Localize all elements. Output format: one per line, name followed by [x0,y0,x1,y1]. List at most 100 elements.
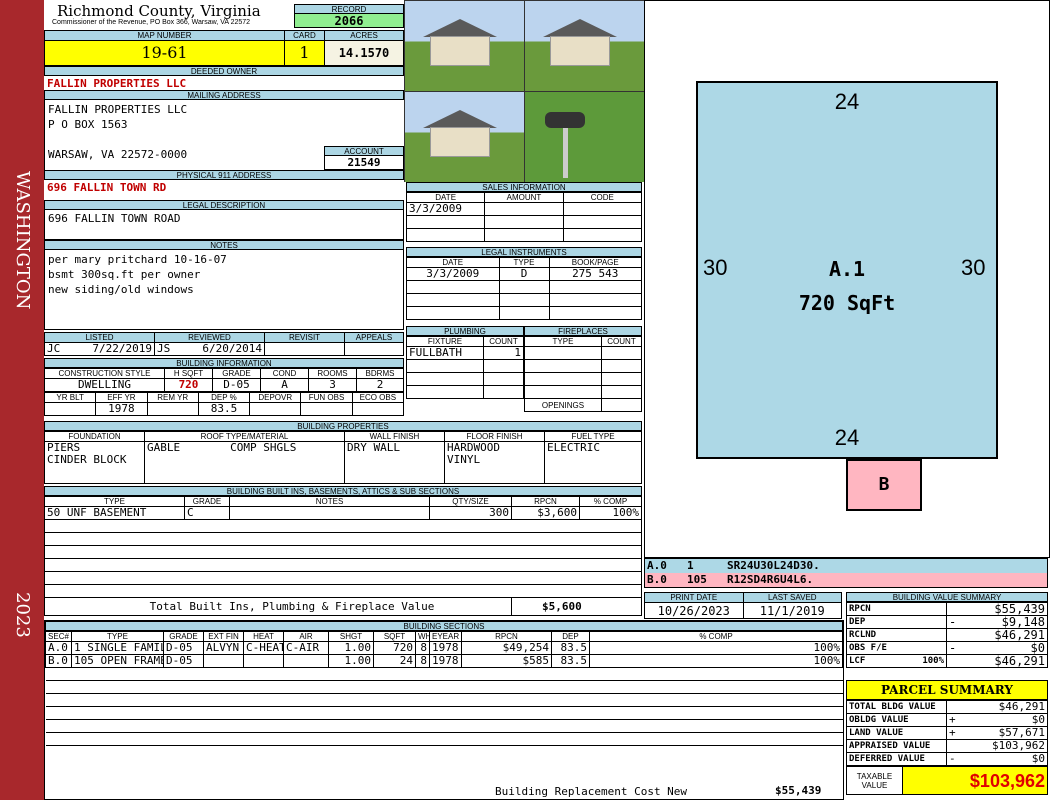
house-photo[interactable] [525,1,644,91]
heated-sqft: 720 [164,378,213,392]
county-title: Richmond County, Virginia [57,2,261,20]
col-header: DEP [551,631,590,642]
house-photo[interactable] [405,1,524,91]
cell [429,732,462,746]
col-rooms: ROOMS [308,368,357,379]
owner-name: FALLIN PROPERTIES LLC [47,77,187,90]
cell: B.0 [45,654,72,668]
summary-amount: $0 [1031,713,1045,726]
cell: 83.5 [551,641,590,655]
mailing-label: MAILING ADDRESS [44,90,404,100]
building-sections: BUILDING SECTIONS SEC# TYPE GRADE EXT FIN HE… [44,620,844,800]
cell [429,693,462,707]
map-number: 19-61 [44,40,285,66]
cell [589,680,843,694]
summary-row: OBLDG VALUE + $0 [846,713,1048,727]
summary-label: APPRAISED VALUE [846,739,947,753]
cell [415,732,430,746]
main-building-sketch[interactable]: 24 24 A.1 720 SqFt [696,81,998,459]
porch-sketch[interactable]: B [846,459,922,511]
summary-row: RCLND $46,291 [846,628,1048,642]
summary-label: OBS F/E [846,641,947,655]
summary-percent: 100% [922,656,944,666]
depreciation: 83.5 [197,402,251,416]
remodel-year [146,402,199,416]
col-header: RPCN [461,631,552,642]
vector-row: A.0 1 SR24U30L24D30. [645,559,1047,573]
sketch-area[interactable]: 24 24 A.1 720 SqFt 30 30 B [644,0,1050,558]
col-date: DATE [406,257,500,268]
fuel-type: ELECTRIC [544,441,642,484]
summary-amount: $0 [1031,752,1045,765]
notes-section: NOTES per mary pritchard 10-16-07 bsmt 3… [44,240,404,330]
col-bookpage: BOOK/PAGE [548,257,642,268]
cell [283,732,329,746]
col-funobs: FUN OBS [300,392,353,403]
legal-description: LEGAL DESCRIPTION 696 FALLIN TOWN ROAD [44,200,404,240]
summary-row: LAND VALUE + $57,671 [846,726,1048,740]
cell [461,693,552,707]
house-photo[interactable] [405,92,524,182]
col-revisit: REVISIT [264,332,345,343]
cell: 8 [415,654,430,668]
summary-value: - $0 [946,752,1048,766]
cell [589,719,843,733]
summary-value: $103,962 [946,739,1048,753]
dim-bottom: 24 [834,425,860,450]
bedrooms: 2 [356,378,404,392]
owner-section: DEEDED OWNER FALLIN PROPERTIES LLC MAILI… [44,66,404,196]
building-info-label: BUILDING INFORMATION [44,358,404,368]
cell [415,706,430,720]
table-row: A.0 1 SINGLE FAMILY D-05 ALVYN C-HEAT C-AIR 1.… [45,641,843,655]
building-properties: BUILDING PROPERTIES FOUNDATION ROOF TYPE/… [44,421,642,484]
col-comp: % COMP [579,496,642,507]
cell: 83.5 [551,654,590,668]
col-bdrms: BDRMS [356,368,404,379]
instrument-type: D [498,267,550,281]
summary-amount: $46,291 [998,700,1045,713]
mailbox-photo[interactable] [525,92,644,182]
cell: 300 [429,506,512,520]
cell [461,719,552,733]
summary-label: DEP [846,615,947,629]
cell [429,680,462,694]
taxable-value: $103,962 [902,766,1048,795]
cell [429,719,462,733]
cell [283,654,329,668]
col-listed: LISTED [44,332,155,343]
table-row [45,693,843,707]
cell [415,693,430,707]
cell [373,719,416,733]
col-type: TYPE [44,496,185,507]
cell [243,693,284,707]
rooms: 3 [308,378,357,392]
cell: 100% [589,654,843,668]
cell: 1.00 [328,641,374,655]
cell [71,667,164,681]
built-ins: BUILDING BUILT INS, BASEMENTS, ATTICS & … [44,486,642,616]
cell [461,667,552,681]
col-header: WHGT [415,631,430,642]
cell [373,667,416,681]
cell [461,732,552,746]
cell [243,667,284,681]
col-hsqft: H SQFT [164,368,213,379]
parcel-summary: PARCEL SUMMARY TOTAL BLDG VALUE $46,291 OB… [846,680,1048,795]
fixture: FULLBATH [406,346,484,360]
cell [243,654,284,668]
cell [328,680,374,694]
cell [589,732,843,746]
summary-label: LAND VALUE [846,726,947,740]
reviewed-date: 6/20/2014 [202,342,262,355]
col-notes: NOTES [229,496,430,507]
cell [283,719,329,733]
note-line: per mary pritchard 10-16-07 [48,253,227,266]
cell [429,706,462,720]
summary-amount: $9,148 [1001,615,1045,629]
cell [71,719,164,733]
print-date-label: PRINT DATE [644,592,744,603]
col-floor: FLOOR FINISH [444,431,545,442]
cell [163,732,204,746]
summary-label: TOTAL BLDG VALUE [846,700,947,714]
table-row [45,706,843,720]
